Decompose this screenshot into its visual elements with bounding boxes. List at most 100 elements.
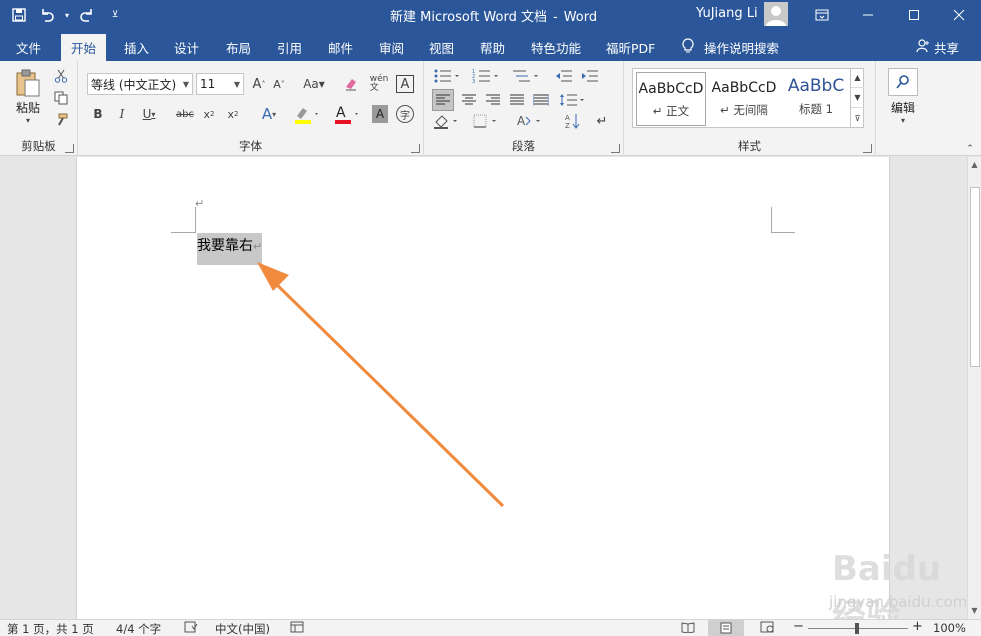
- grow-font-icon[interactable]: A ˄: [250, 75, 268, 93]
- styles-more-icon[interactable]: ⊽: [851, 108, 864, 128]
- font-launcher-icon[interactable]: [411, 144, 420, 153]
- read-mode-icon[interactable]: [681, 621, 695, 636]
- macro-icon[interactable]: [290, 621, 304, 636]
- clipboard-launcher-icon[interactable]: [65, 144, 74, 153]
- align-left-icon[interactable]: [432, 89, 454, 111]
- styles-launcher-icon[interactable]: [863, 144, 872, 153]
- clear-formatting-icon[interactable]: [342, 75, 360, 93]
- text-effects-icon[interactable]: A ▾: [255, 105, 283, 123]
- redo-icon[interactable]: [74, 2, 100, 28]
- justify-icon[interactable]: [506, 89, 528, 111]
- tab-view[interactable]: 视图: [419, 34, 464, 61]
- tab-foxit-pdf[interactable]: 福昕PDF: [596, 34, 665, 61]
- paste-label[interactable]: 粘贴: [10, 99, 46, 115]
- tab-design[interactable]: 设计: [164, 34, 209, 61]
- font-color-icon[interactable]: A: [332, 103, 362, 125]
- word-count[interactable]: 4/4 个字: [116, 621, 161, 636]
- proofing-icon[interactable]: [184, 621, 198, 636]
- style-no-spacing-sample: AaBbCcD: [711, 80, 777, 96]
- cut-icon[interactable]: [51, 67, 71, 85]
- search-icon[interactable]: [888, 68, 918, 96]
- font-name-select[interactable]: 等线 (中文正文) ▼: [87, 73, 193, 95]
- tab-file[interactable]: 文件: [6, 34, 51, 61]
- superscript-icon[interactable]: x2: [224, 105, 242, 123]
- style-no-spacing[interactable]: AaBbCcD ↵ 无间隔: [709, 72, 779, 126]
- style-heading-1[interactable]: AaBbC 标题 1: [781, 72, 851, 126]
- bullets-icon[interactable]: [432, 67, 464, 85]
- tab-special-features[interactable]: 特色功能: [521, 34, 591, 61]
- tab-home[interactable]: 开始: [61, 34, 107, 61]
- font-size-select[interactable]: 11 ▼: [196, 73, 244, 95]
- tab-help[interactable]: 帮助: [470, 34, 515, 61]
- share-button[interactable]: 共享: [916, 34, 959, 61]
- borders-icon[interactable]: [470, 111, 504, 131]
- document-page[interactable]: ↵ 我要靠右↵ Baidu经验 jingyan.baidu.com: [76, 157, 967, 636]
- style-normal[interactable]: AaBbCcD ↵ 正文: [636, 72, 706, 126]
- subscript-icon[interactable]: x2: [200, 105, 218, 123]
- maximize-icon[interactable]: [891, 0, 937, 30]
- undo-dropdown-icon[interactable]: ▾: [62, 2, 72, 28]
- scroll-down-icon[interactable]: ▼: [968, 603, 981, 617]
- editing-dropdown-icon[interactable]: ▾: [898, 115, 908, 125]
- show-formatting-marks-icon[interactable]: ↵: [592, 111, 612, 131]
- align-center-icon[interactable]: [458, 89, 480, 111]
- title-bar: ▾ ⊻ 新建 Microsoft Word 文档 - Word YuJiang Li: [0, 0, 981, 30]
- zoom-in-icon[interactable]: +: [912, 619, 923, 634]
- user-name[interactable]: YuJiang Li: [696, 6, 758, 21]
- phonetic-guide-icon[interactable]: wén 文: [370, 73, 389, 95]
- styles-scroll-down-icon[interactable]: ▼: [851, 88, 864, 108]
- tab-references[interactable]: 引用: [267, 34, 312, 61]
- increase-indent-icon[interactable]: [580, 67, 600, 85]
- distributed-icon[interactable]: [530, 89, 552, 111]
- sort-icon[interactable]: AZ: [562, 111, 584, 131]
- font-group: 等线 (中文正文) ▼ 11 ▼ A ˄ A ˅ Aa▾ wén 文 A B I U ▾…: [78, 61, 424, 156]
- editing-label[interactable]: 编辑: [884, 99, 922, 115]
- character-shading-icon[interactable]: A: [372, 105, 388, 123]
- scrollbar-thumb[interactable]: [970, 187, 980, 367]
- format-painter-icon[interactable]: [51, 111, 71, 129]
- save-icon[interactable]: [6, 2, 32, 28]
- change-case-icon[interactable]: Aa▾: [301, 75, 327, 93]
- zoom-level[interactable]: 100%: [933, 621, 966, 635]
- multilevel-list-icon[interactable]: [510, 67, 544, 85]
- decrease-indent-icon[interactable]: [554, 67, 574, 85]
- scroll-up-icon[interactable]: ▲: [968, 157, 981, 171]
- paste-icon[interactable]: [10, 67, 46, 99]
- zoom-out-icon[interactable]: −: [793, 619, 804, 634]
- web-layout-icon[interactable]: [760, 621, 774, 636]
- vertical-scrollbar[interactable]: ▲ ▼: [967, 157, 981, 619]
- strikethrough-icon[interactable]: abc: [174, 105, 196, 123]
- shrink-font-icon[interactable]: A ˅: [270, 75, 288, 93]
- undo-icon[interactable]: [34, 2, 60, 28]
- styles-scroll-up-icon[interactable]: ▲: [851, 68, 864, 88]
- chinese-layout-icon[interactable]: A: [514, 111, 548, 131]
- align-right-icon[interactable]: [482, 89, 504, 111]
- avatar[interactable]: [764, 2, 788, 26]
- collapse-ribbon-icon[interactable]: ⌃: [963, 143, 977, 155]
- shading-icon[interactable]: [432, 111, 464, 131]
- line-spacing-icon[interactable]: [558, 89, 588, 111]
- close-icon[interactable]: [937, 0, 981, 30]
- copy-icon[interactable]: [51, 89, 71, 107]
- tab-insert[interactable]: 插入: [114, 34, 159, 61]
- language[interactable]: 中文(中国): [215, 621, 270, 636]
- tab-mailings[interactable]: 邮件: [318, 34, 363, 61]
- bold-icon[interactable]: B: [90, 105, 106, 123]
- tab-layout[interactable]: 布局: [216, 34, 261, 61]
- paste-dropdown-icon[interactable]: ▾: [22, 115, 34, 125]
- ribbon-display-options-icon[interactable]: [799, 0, 845, 30]
- customize-qat-icon[interactable]: ⊻: [102, 2, 128, 28]
- numbering-icon[interactable]: 123: [470, 67, 504, 85]
- underline-icon[interactable]: U ▾: [138, 105, 160, 123]
- italic-icon[interactable]: I: [114, 105, 130, 123]
- minimize-icon[interactable]: [845, 0, 891, 30]
- tell-me-search[interactable]: 操作说明搜索: [682, 34, 779, 61]
- page-count[interactable]: 第 1 页，共 1 页: [7, 621, 94, 636]
- enclose-characters-icon[interactable]: 字: [396, 105, 414, 123]
- tab-review[interactable]: 审阅: [369, 34, 414, 61]
- text-highlight-color-icon[interactable]: [292, 103, 322, 125]
- character-border-icon[interactable]: A: [396, 75, 414, 93]
- zoom-slider-thumb[interactable]: [855, 623, 859, 634]
- print-layout-icon[interactable]: [708, 620, 744, 636]
- paragraph-launcher-icon[interactable]: [611, 144, 620, 153]
